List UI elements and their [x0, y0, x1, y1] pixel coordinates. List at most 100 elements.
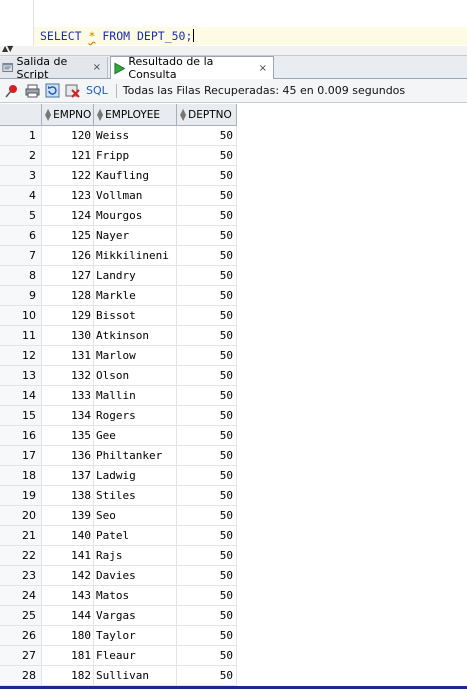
- sql-editor[interactable]: SELECT * FROM DEPT_50;: [0, 0, 467, 46]
- row-number[interactable]: 24: [0, 586, 42, 606]
- table-row[interactable]: 1 120 Weiss 50: [0, 126, 237, 146]
- close-icon[interactable]: ×: [93, 62, 101, 73]
- cell-employee[interactable]: Markle: [94, 286, 177, 306]
- cell-deptno[interactable]: 50: [177, 526, 237, 546]
- editor-current-line[interactable]: SELECT * FROM DEPT_50;: [34, 27, 467, 45]
- cell-deptno[interactable]: 50: [177, 326, 237, 346]
- table-row[interactable]: 28 182 Sullivan 50: [0, 666, 237, 686]
- cell-empno[interactable]: 131: [42, 346, 94, 366]
- row-number[interactable]: 22: [0, 546, 42, 566]
- cell-empno[interactable]: 142: [42, 566, 94, 586]
- cell-employee[interactable]: Philtanker: [94, 446, 177, 466]
- row-number[interactable]: 13: [0, 366, 42, 386]
- row-number[interactable]: 26: [0, 626, 42, 646]
- table-row[interactable]: 18 137 Ladwig 50: [0, 466, 237, 486]
- cell-employee[interactable]: Vargas: [94, 606, 177, 626]
- splitter-arrows-icon[interactable]: ▲▼: [2, 45, 13, 53]
- row-number[interactable]: 11: [0, 326, 42, 346]
- cell-deptno[interactable]: 50: [177, 186, 237, 206]
- cell-deptno[interactable]: 50: [177, 606, 237, 626]
- cell-deptno[interactable]: 50: [177, 406, 237, 426]
- cell-deptno[interactable]: 50: [177, 486, 237, 506]
- cell-deptno[interactable]: 50: [177, 306, 237, 326]
- table-row[interactable]: 16 135 Gee 50: [0, 426, 237, 446]
- column-header-empno[interactable]: ▲ ▼ EMPNO: [42, 104, 94, 125]
- row-number[interactable]: 23: [0, 566, 42, 586]
- cell-employee[interactable]: Mikkilineni: [94, 246, 177, 266]
- sql-button[interactable]: SQL: [86, 84, 108, 97]
- table-row[interactable]: 3 122 Kaufling 50: [0, 166, 237, 186]
- cell-empno[interactable]: 129: [42, 306, 94, 326]
- cell-deptno[interactable]: 50: [177, 126, 237, 146]
- cell-deptno[interactable]: 50: [177, 346, 237, 366]
- print-icon[interactable]: [24, 83, 40, 99]
- cell-employee[interactable]: Matos: [94, 586, 177, 606]
- table-row[interactable]: 9 128 Markle 50: [0, 286, 237, 306]
- cell-employee[interactable]: Rajs: [94, 546, 177, 566]
- row-number[interactable]: 15: [0, 406, 42, 426]
- cell-deptno[interactable]: 50: [177, 166, 237, 186]
- row-number[interactable]: 12: [0, 346, 42, 366]
- cell-deptno[interactable]: 50: [177, 206, 237, 226]
- cell-empno[interactable]: 123: [42, 186, 94, 206]
- row-number[interactable]: 6: [0, 226, 42, 246]
- close-icon[interactable]: ×: [259, 63, 267, 74]
- cell-employee[interactable]: Mallin: [94, 386, 177, 406]
- row-number[interactable]: 4: [0, 186, 42, 206]
- table-row[interactable]: 10 129 Bissot 50: [0, 306, 237, 326]
- row-number[interactable]: 19: [0, 486, 42, 506]
- cell-employee[interactable]: Olson: [94, 366, 177, 386]
- cell-deptno[interactable]: 50: [177, 566, 237, 586]
- cancel-fetch-icon[interactable]: [64, 83, 80, 99]
- table-row[interactable]: 24 143 Matos 50: [0, 586, 237, 606]
- cell-empno[interactable]: 124: [42, 206, 94, 226]
- column-header-deptno[interactable]: ▲ ▼ DEPTNO: [177, 104, 237, 125]
- row-number[interactable]: 14: [0, 386, 42, 406]
- cell-empno[interactable]: 182: [42, 666, 94, 686]
- cell-empno[interactable]: 120: [42, 126, 94, 146]
- cell-employee[interactable]: Weiss: [94, 126, 177, 146]
- table-row[interactable]: 6 125 Nayer 50: [0, 226, 237, 246]
- row-number[interactable]: 7: [0, 246, 42, 266]
- cell-empno[interactable]: 132: [42, 366, 94, 386]
- row-number[interactable]: 9: [0, 286, 42, 306]
- cell-deptno[interactable]: 50: [177, 266, 237, 286]
- cell-deptno[interactable]: 50: [177, 286, 237, 306]
- cell-employee[interactable]: Atkinson: [94, 326, 177, 346]
- row-number[interactable]: 5: [0, 206, 42, 226]
- cell-employee[interactable]: Landry: [94, 266, 177, 286]
- cell-deptno[interactable]: 50: [177, 146, 237, 166]
- cell-deptno[interactable]: 50: [177, 246, 237, 266]
- cell-employee[interactable]: Gee: [94, 426, 177, 446]
- cell-deptno[interactable]: 50: [177, 366, 237, 386]
- row-number[interactable]: 8: [0, 266, 42, 286]
- table-row[interactable]: 26 180 Taylor 50: [0, 626, 237, 646]
- cell-employee[interactable]: Rogers: [94, 406, 177, 426]
- cell-empno[interactable]: 181: [42, 646, 94, 666]
- table-row[interactable]: 12 131 Marlow 50: [0, 346, 237, 366]
- pin-icon[interactable]: [4, 83, 20, 99]
- cell-employee[interactable]: Bissot: [94, 306, 177, 326]
- cell-employee[interactable]: Seo: [94, 506, 177, 526]
- table-row[interactable]: 11 130 Atkinson 50: [0, 326, 237, 346]
- table-row[interactable]: 4 123 Vollman 50: [0, 186, 237, 206]
- cell-employee[interactable]: Ladwig: [94, 466, 177, 486]
- row-number[interactable]: 16: [0, 426, 42, 446]
- row-number[interactable]: 17: [0, 446, 42, 466]
- cell-employee[interactable]: Marlow: [94, 346, 177, 366]
- cell-deptno[interactable]: 50: [177, 386, 237, 406]
- cell-empno[interactable]: 121: [42, 146, 94, 166]
- cell-empno[interactable]: 137: [42, 466, 94, 486]
- cell-employee[interactable]: Sullivan: [94, 666, 177, 686]
- cell-empno[interactable]: 138: [42, 486, 94, 506]
- row-number[interactable]: 21: [0, 526, 42, 546]
- table-row[interactable]: 20 139 Seo 50: [0, 506, 237, 526]
- table-row[interactable]: 17 136 Philtanker 50: [0, 446, 237, 466]
- cell-employee[interactable]: Davies: [94, 566, 177, 586]
- row-number[interactable]: 3: [0, 166, 42, 186]
- cell-empno[interactable]: 127: [42, 266, 94, 286]
- cell-empno[interactable]: 130: [42, 326, 94, 346]
- cell-empno[interactable]: 139: [42, 506, 94, 526]
- cell-employee[interactable]: Vollman: [94, 186, 177, 206]
- cell-employee[interactable]: Patel: [94, 526, 177, 546]
